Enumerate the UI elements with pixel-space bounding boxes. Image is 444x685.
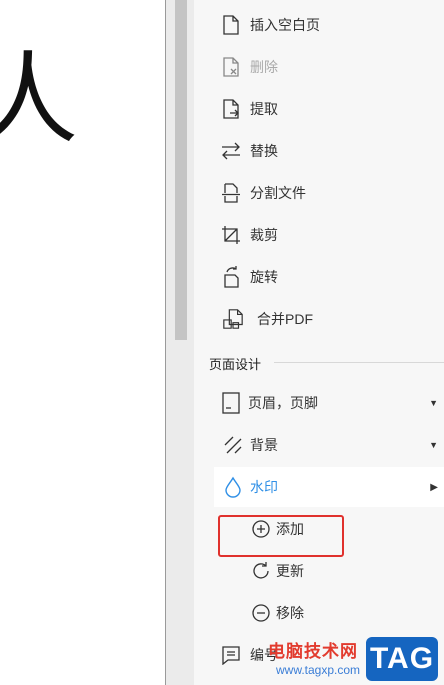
menu-item-crop[interactable]: 裁剪 (194, 215, 444, 255)
document-canvas: 人 (0, 0, 165, 685)
replace-icon (220, 140, 242, 162)
menu-item-label: 裁剪 (250, 227, 278, 243)
menu-item-label: 旋转 (250, 269, 278, 285)
insert-page-icon (220, 14, 242, 36)
section-page-design: 页面设计 (194, 352, 444, 372)
numbering-icon (220, 644, 242, 666)
section-title: 页面设计 (209, 357, 262, 372)
section-divider (274, 362, 444, 363)
submenu-item-update[interactable]: 更新 (194, 551, 444, 591)
menu-item-background[interactable]: 背景 ▼ (194, 425, 444, 465)
menu-item-label: 页眉，页脚 (248, 395, 318, 411)
water-drop-icon (222, 476, 244, 498)
menu-item-watermark[interactable]: 水印 ▶ (214, 467, 444, 507)
menu-item-merge-pdf[interactable]: 合并PDF (194, 299, 444, 339)
crop-icon (220, 224, 242, 246)
submenu-item-label: 更新 (276, 563, 304, 579)
document-glyph: 人 (0, 41, 78, 158)
menu-item-delete[interactable]: 删除 (194, 47, 444, 87)
menu-item-rotate[interactable]: 旋转 (194, 257, 444, 297)
menu-item-label: 背景 (250, 437, 278, 453)
menu-item-split-file[interactable]: 分割文件 (194, 173, 444, 213)
submenu-arrow-icon: ▶ (430, 481, 438, 493)
menu-item-replace[interactable]: 替换 (194, 131, 444, 171)
menu-item-label: 插入空白页 (250, 17, 320, 33)
submenu-item-remove[interactable]: 移除 (194, 593, 444, 633)
dropdown-arrow-icon: ▼ (429, 398, 438, 408)
delete-page-icon (220, 56, 242, 78)
rotate-icon (220, 266, 242, 288)
menu-item-label: 删除 (250, 59, 278, 75)
menu-item-extract[interactable]: 提取 (194, 89, 444, 129)
merge-pdf-icon (222, 308, 244, 330)
menu-item-label: 水印 (250, 479, 278, 495)
watermark-url: www.tagxp.com (276, 663, 361, 677)
minus-circle-icon (250, 602, 272, 624)
menu-item-label: 提取 (250, 101, 278, 117)
menu-item-header-footer[interactable]: 页眉，页脚 ▼ (194, 383, 444, 423)
background-icon (222, 434, 244, 456)
site-watermark: 电脑技术网 www.tagxp.com TAG (262, 635, 444, 685)
split-file-icon (220, 182, 242, 204)
highlight-box (218, 515, 344, 557)
extract-page-icon (220, 98, 242, 120)
menu-item-label: 合并PDF (257, 311, 313, 327)
page-tools-panel: 插入空白页 删除 提取 替换 分割文件 裁剪 旋转 合并PDF 页面设计 页眉，… (194, 0, 444, 685)
menu-item-label: 分割文件 (250, 185, 306, 201)
watermark-tag-badge: TAG (366, 637, 438, 681)
refresh-icon (250, 560, 272, 582)
submenu-item-label: 移除 (276, 605, 304, 621)
header-footer-icon (220, 392, 242, 414)
menu-item-insert-blank-page[interactable]: 插入空白页 (194, 5, 444, 45)
dropdown-arrow-icon: ▼ (429, 440, 438, 450)
watermark-site-name: 电脑技术网 (268, 642, 358, 661)
scrollbar-thumb[interactable] (175, 0, 187, 340)
menu-item-label: 替换 (250, 143, 278, 159)
